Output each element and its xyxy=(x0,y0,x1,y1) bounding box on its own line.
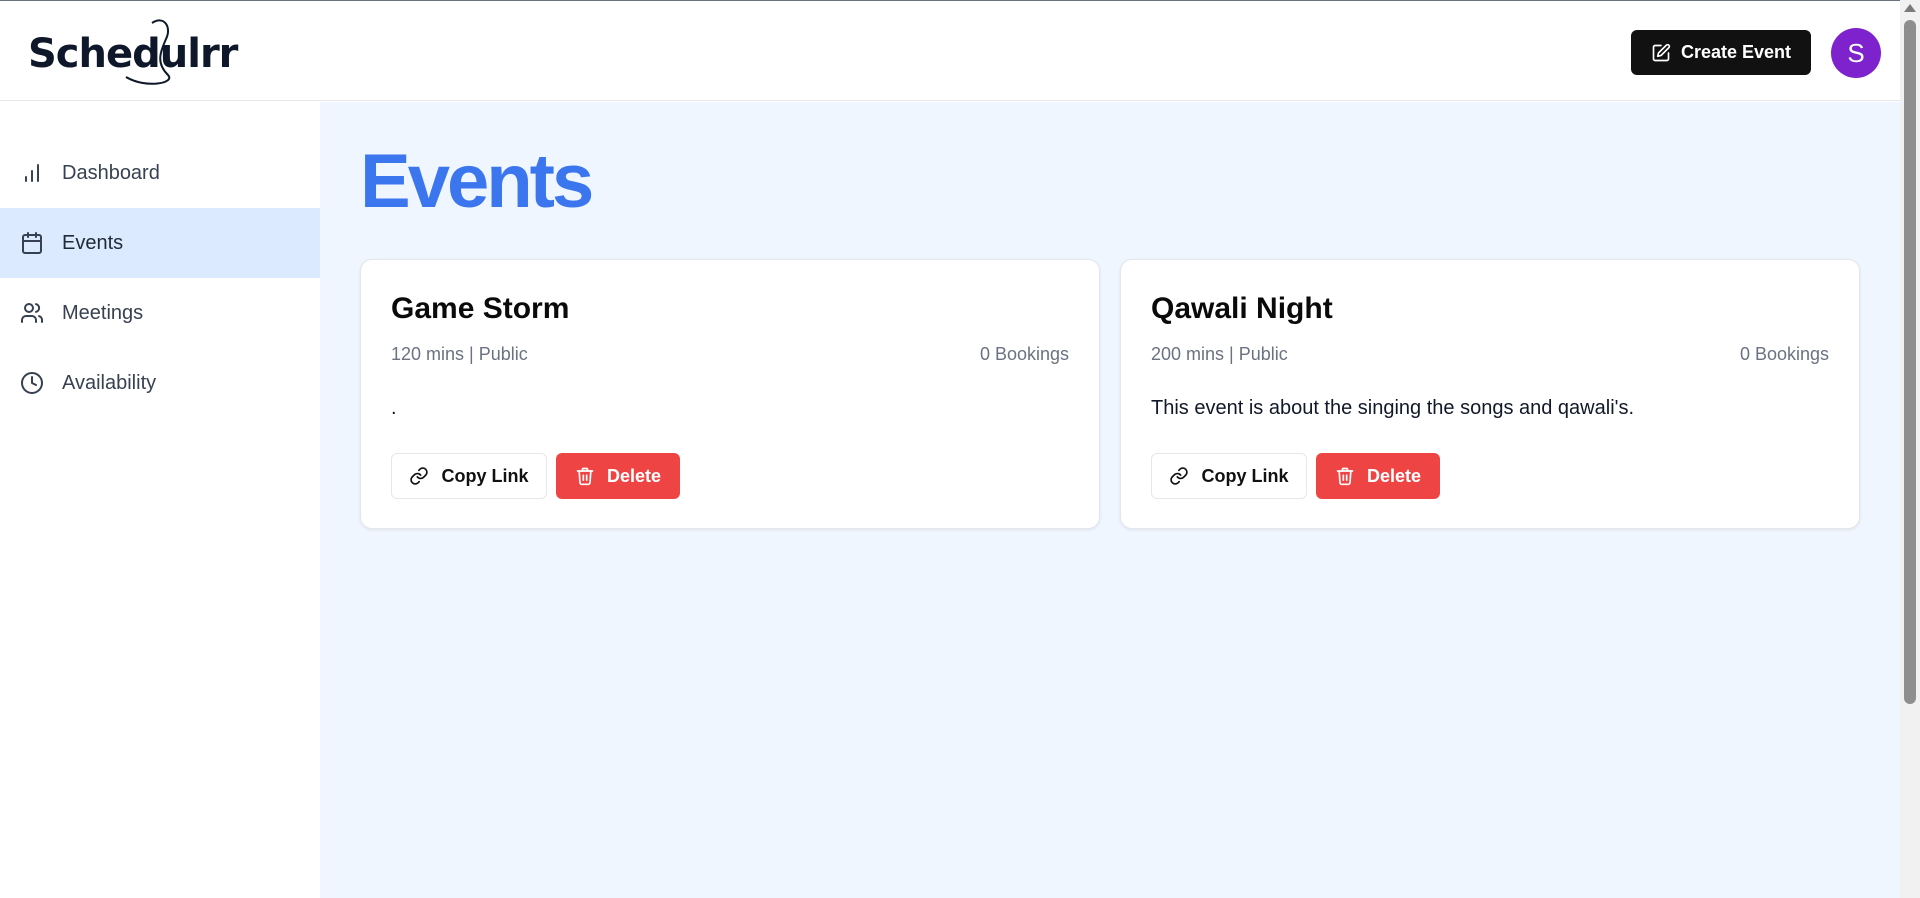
bar-chart-icon xyxy=(25,164,39,182)
copy-link-button[interactable]: Copy Link xyxy=(1151,453,1307,499)
event-description: . xyxy=(391,397,397,419)
avatar-initial: S xyxy=(1847,37,1865,68)
edit-icon xyxy=(1652,43,1671,61)
link-icon xyxy=(410,467,429,485)
main-content: Events Game Storm 120 mins | Public 0 Bo… xyxy=(320,102,1900,898)
event-card: Qawali Night 200 mins | Public 0 Booking… xyxy=(1120,259,1860,529)
event-title: Qawali Night xyxy=(1151,292,1333,325)
sidebar-item-label: Dashboard xyxy=(62,161,160,184)
page-title: Events xyxy=(360,139,594,224)
trash-icon xyxy=(576,467,594,486)
link-icon xyxy=(1170,467,1189,485)
copy-link-label: Copy Link xyxy=(1201,465,1289,486)
sidebar-item-dashboard[interactable]: Dashboard xyxy=(0,138,320,208)
sidebar-item-events[interactable]: Events xyxy=(0,208,320,278)
event-card: Game Storm 120 mins | Public 0 Bookings … xyxy=(360,259,1100,529)
app-logo[interactable]: Schedulrr xyxy=(28,19,238,85)
delete-button[interactable]: Delete xyxy=(556,453,680,499)
sidebar-item-label: Meetings xyxy=(62,301,144,324)
vertical-scrollbar[interactable] xyxy=(1900,0,1920,898)
delete-label: Delete xyxy=(1366,465,1422,486)
event-meta: 120 mins | Public xyxy=(391,344,528,364)
delete-label: Delete xyxy=(606,465,662,486)
trash-icon xyxy=(1336,467,1354,486)
copy-link-button[interactable]: Copy Link xyxy=(391,453,547,499)
sidebar-item-meetings[interactable]: Meetings xyxy=(0,278,320,348)
sidebar-item-availability[interactable]: Availability xyxy=(0,348,320,418)
create-event-button[interactable]: Create Event xyxy=(1631,30,1811,75)
scroll-up-arrow-icon[interactable] xyxy=(1904,4,1916,12)
event-title: Game Storm xyxy=(391,292,570,325)
create-event-label: Create Event xyxy=(1680,42,1792,62)
sidebar-item-label: Events xyxy=(62,231,124,254)
sidebar: Dashboard Events Meetings Availability xyxy=(0,102,320,898)
event-bookings: 0 Bookings xyxy=(1739,344,1829,364)
calendar-icon xyxy=(22,232,42,254)
user-avatar[interactable]: S xyxy=(1831,28,1881,78)
delete-button[interactable]: Delete xyxy=(1316,453,1440,499)
event-bookings: 0 Bookings xyxy=(979,344,1069,364)
event-description: This event is about the singing the song… xyxy=(1151,397,1635,419)
app-header: Schedulrr Create Event S xyxy=(0,1,1900,101)
event-meta: 200 mins | Public xyxy=(1151,344,1288,364)
sidebar-item-label: Availability xyxy=(62,371,157,394)
copy-link-label: Copy Link xyxy=(441,465,529,486)
users-icon xyxy=(21,303,44,323)
scrollbar-thumb[interactable] xyxy=(1904,20,1916,704)
clock-icon xyxy=(21,372,43,394)
logo-text: Schedulrr xyxy=(28,31,238,77)
